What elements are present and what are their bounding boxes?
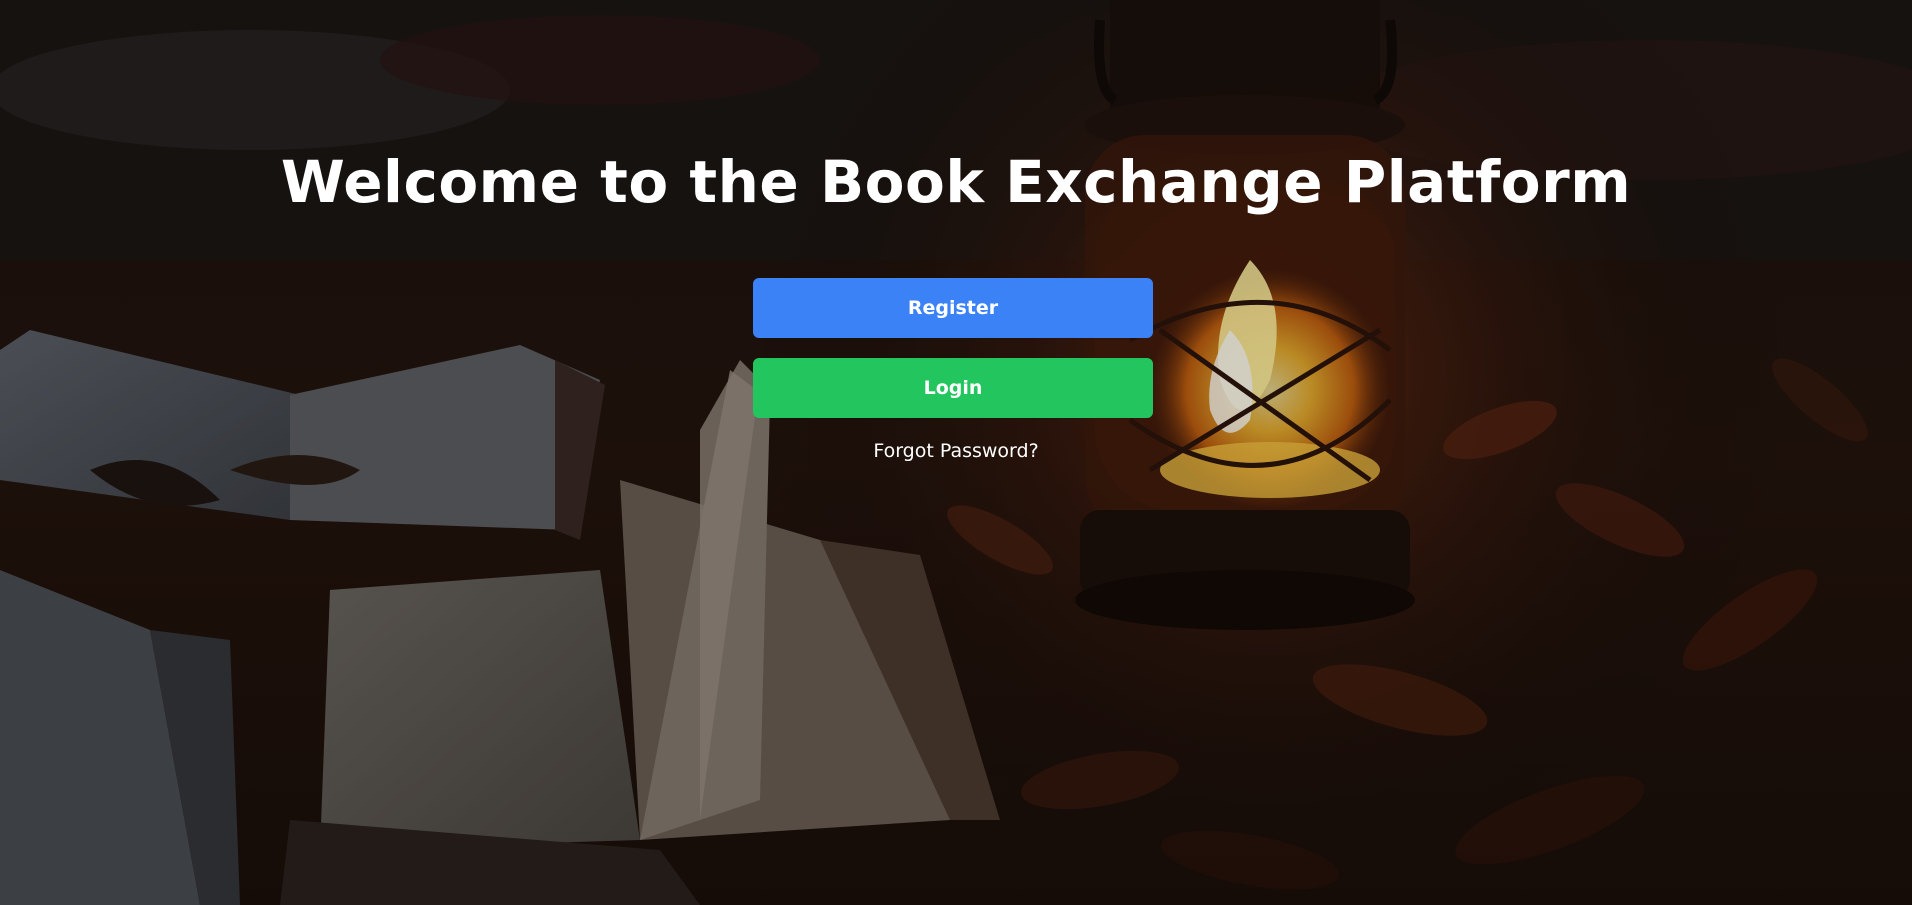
register-button[interactable]: Register: [753, 278, 1153, 338]
page-title: Welcome to the Book Exchange Platform: [280, 148, 1632, 216]
forgot-password-container: Forgot Password?: [0, 440, 1912, 462]
welcome-page: Welcome to the Book Exchange Platform Re…: [0, 0, 1912, 905]
login-button[interactable]: Login: [753, 358, 1153, 418]
forgot-password-link[interactable]: Forgot Password?: [873, 440, 1038, 462]
welcome-content: Welcome to the Book Exchange Platform Re…: [0, 0, 1912, 905]
